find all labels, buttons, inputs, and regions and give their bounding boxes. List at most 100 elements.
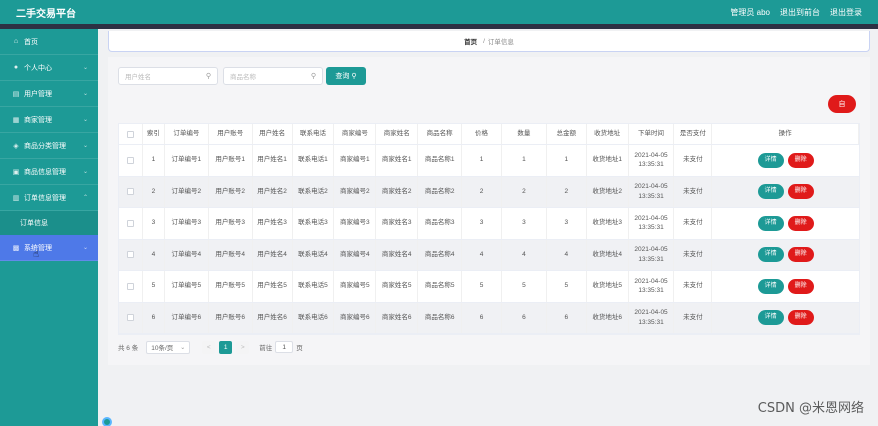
table-cell: 订单编号3 — [165, 208, 209, 239]
table-cell: 5 — [502, 271, 547, 302]
delete-button[interactable]: 删除 — [787, 278, 814, 294]
sidebar-subitem-order-info[interactable]: 订单信息 — [0, 211, 98, 235]
row-actions: 详情 删除 — [712, 208, 859, 239]
delete-button[interactable]: 删除 — [787, 184, 814, 200]
next-page-button[interactable]: > — [236, 340, 250, 354]
batch-delete-button[interactable]: 自 — [828, 95, 856, 113]
table-cell: 未支付 — [674, 145, 713, 176]
table-cell: 2021-04-05 13:35:31 — [629, 176, 675, 207]
sidebar-item-orders[interactable]: ▥ 订单信息管理 ⌃ — [0, 185, 98, 211]
product-name-search-input[interactable]: 商品名称 ⚲ — [223, 67, 323, 85]
product-name-placeholder: 商品名称 — [230, 74, 256, 81]
column-header: 总金额 — [547, 124, 587, 144]
column-header: 商品名称 — [418, 124, 463, 144]
table-cell: 2021-04-05 13:35:31 — [629, 208, 675, 239]
goto-suffix: 页 — [296, 345, 303, 352]
row-checkbox[interactable] — [126, 219, 134, 227]
detail-button[interactable]: 详情 — [757, 247, 784, 263]
sidebar-item-products[interactable]: ▣ 商品信息管理 ⌄ — [0, 159, 98, 185]
column-header: 用户姓名 — [253, 124, 293, 144]
table-cell: 商家编号5 — [334, 271, 377, 302]
table-cell: 3 — [502, 208, 547, 239]
table-cell: 联系电话4 — [293, 239, 335, 270]
table-cell: 用户姓名1 — [253, 145, 293, 176]
pagination-total: 共 6 条 — [118, 345, 139, 352]
page-size-value: 10条/页 — [151, 345, 174, 352]
table-cell: 2 — [143, 176, 165, 207]
table-cell: 未支付 — [674, 208, 713, 239]
row-checkbox-cell — [119, 271, 143, 302]
select-all-checkbox[interactable] — [126, 130, 134, 138]
scroll-indicator — [102, 417, 112, 426]
delete-button[interactable]: 删除 — [787, 215, 814, 231]
sidebar-item-categories[interactable]: ◈ 商品分类管理 ⌄ — [0, 133, 98, 159]
page-size-select[interactable]: 10条/页 ⌄ — [146, 340, 191, 354]
table-cell: 用户账号3 — [209, 208, 253, 239]
table-cell: 未支付 — [674, 239, 713, 270]
admin-user-link[interactable]: 管理员 abo — [730, 7, 770, 18]
row-checkbox[interactable] — [126, 314, 134, 322]
table-cell: 3 — [547, 208, 587, 239]
table-cell: 订单编号5 — [165, 271, 209, 302]
page-number-button[interactable]: 1 — [219, 340, 233, 354]
row-actions: 详情 删除 — [712, 145, 859, 176]
breadcrumb-home[interactable]: 首页 — [464, 36, 477, 46]
exit-to-frontend-link[interactable]: 退出到前台 — [780, 7, 820, 18]
table-cell: 2021-04-05 13:35:31 — [629, 271, 675, 302]
column-header: 是否支付 — [674, 124, 713, 144]
table-cell: 收货地址2 — [587, 176, 629, 207]
app-title: 二手交易平台 — [16, 8, 76, 20]
table-cell: 商家姓名4 — [376, 239, 419, 270]
table-cell: 商家姓名3 — [376, 208, 419, 239]
table-cell: 2 — [547, 176, 587, 207]
row-checkbox[interactable] — [126, 282, 134, 290]
delete-button[interactable]: 删除 — [787, 152, 814, 168]
table-cell: 用户账号4 — [209, 239, 253, 270]
table-cell: 用户姓名6 — [253, 302, 293, 333]
row-checkbox[interactable] — [126, 251, 134, 259]
sidebar-item-home[interactable]: ⌂ 首页 — [0, 29, 98, 55]
sidebar: ⌂ 首页 ● 个人中心 ⌄ ▤ 用户管理 ⌄ ▦ 商家管理 ⌄ ◈ 商品分类管理… — [0, 29, 98, 426]
search-icon: ⚲ — [310, 73, 316, 80]
detail-button[interactable]: 详情 — [757, 310, 784, 326]
box-icon: ▣ — [12, 168, 20, 176]
table-cell: 3 — [462, 208, 502, 239]
search-button[interactable]: 查询 ⚲ — [326, 67, 366, 85]
column-header: 联系电话 — [293, 124, 335, 144]
table-cell: 5 — [547, 271, 587, 302]
sidebar-item-users[interactable]: ▤ 用户管理 ⌄ — [0, 81, 98, 107]
search-button-label: 查询 — [335, 73, 350, 80]
chevron-down-icon: ⌄ — [180, 344, 186, 351]
detail-button[interactable]: 详情 — [757, 278, 784, 294]
table-row: 6 订单编号6 用户账号6 用户姓名6 联系电话6 商家编号6 商家姓名6 商品名称6 6 6 6 收… — [119, 302, 859, 334]
sidebar-item-merchants[interactable]: ▦ 商家管理 ⌄ — [0, 107, 98, 133]
sidebar-item-profile[interactable]: ● 个人中心 ⌄ — [0, 55, 98, 81]
logout-link[interactable]: 退出登录 — [830, 7, 862, 18]
sidebar-item-system[interactable]: ▩ 系统管理 ⌄ — [0, 235, 98, 261]
delete-button[interactable]: 删除 — [787, 310, 814, 326]
detail-button[interactable]: 详情 — [757, 152, 784, 168]
table-cell: 商家编号2 — [334, 176, 377, 207]
table-cell: 6 — [502, 302, 547, 333]
table-cell: 4 — [462, 239, 502, 270]
table-cell: 4 — [547, 239, 587, 270]
row-checkbox[interactable] — [126, 188, 134, 196]
row-checkbox[interactable] — [126, 156, 134, 164]
search-icon: ⚲ — [351, 73, 357, 80]
table-cell: 商品名称6 — [418, 302, 463, 333]
table-cell: 6 — [462, 302, 502, 333]
table-cell: 用户姓名3 — [253, 208, 293, 239]
goto-page-input[interactable]: 1 — [275, 341, 294, 353]
sidebar-item-label: 商品分类管理 — [24, 142, 66, 150]
prev-page-button[interactable]: < — [202, 340, 216, 354]
detail-button[interactable]: 详情 — [757, 215, 784, 231]
table-cell: 联系电话3 — [293, 208, 335, 239]
pointer-cursor-icon: ☝ — [33, 249, 40, 260]
breadcrumb-separator: / — [483, 37, 485, 45]
detail-button[interactable]: 详情 — [757, 184, 784, 200]
table-cell: 6 — [143, 302, 165, 333]
orders-table: 索引 订单编号 用户账号 用户姓名 联系电话 商家编号 商家姓名 商品名称 价格 数量 总金额 收货地… — [118, 123, 860, 335]
user-name-search-input[interactable]: 用户姓名 ⚲ — [118, 67, 218, 85]
delete-button[interactable]: 删除 — [787, 247, 814, 263]
table-cell: 联系电话1 — [293, 145, 335, 176]
